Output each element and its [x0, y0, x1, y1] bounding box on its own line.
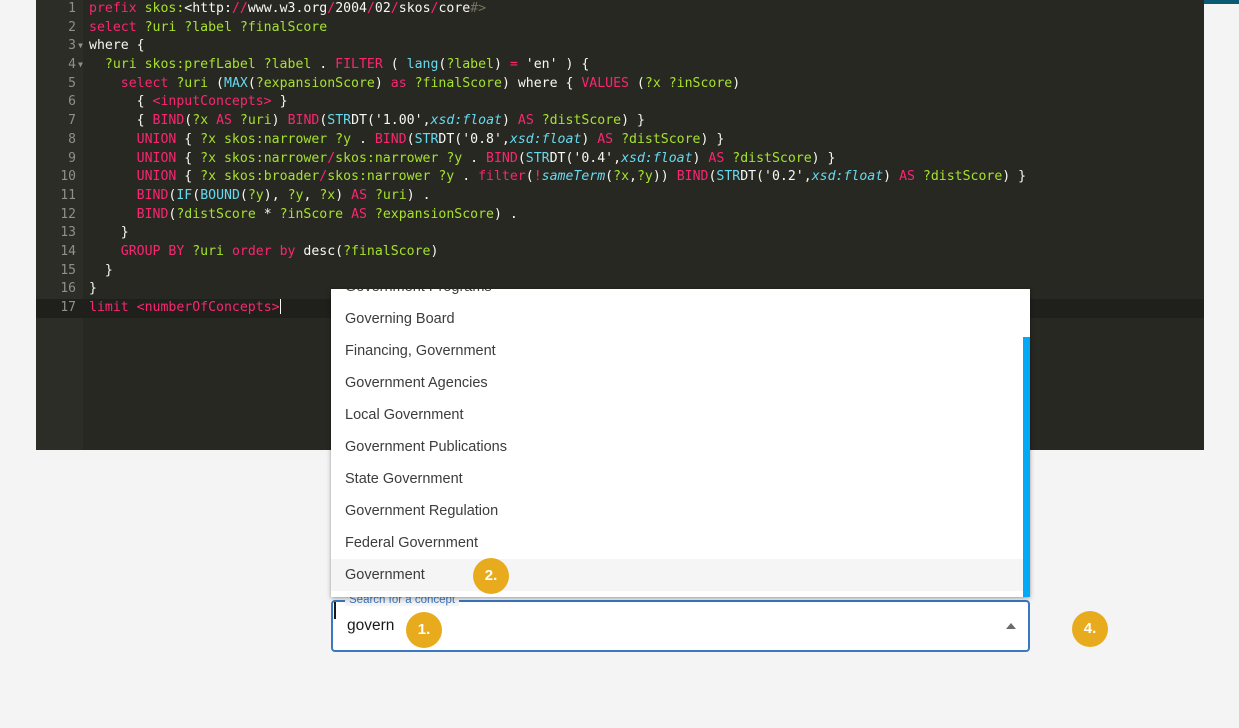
- editor-line[interactable]: 13 }: [36, 224, 1204, 243]
- editor-line[interactable]: 7 { BIND(?x AS ?uri) BIND(STRDT('1.00',x…: [36, 112, 1204, 131]
- editor-line[interactable]: 10 UNION { ?x skos:broader/skos:narrower…: [36, 168, 1204, 187]
- editor-line[interactable]: 4▼ ?uri skos:prefLabel ?label . FILTER (…: [36, 56, 1204, 75]
- editor-line-source: BIND(?distScore * ?inScore AS ?expansion…: [85, 206, 518, 225]
- editor-line[interactable]: 2 select ?uri ?label ?finalScore: [36, 19, 1204, 38]
- fold-arrow-icon[interactable]: ▼: [76, 56, 85, 75]
- editor-line-source: BIND(IF(BOUND(?y), ?y, ?x) AS ?uri) .: [85, 187, 431, 206]
- editor-line-number: 16: [36, 280, 76, 299]
- editor-line-number: 7: [36, 112, 76, 131]
- autocomplete-option[interactable]: Government Agencies: [331, 367, 1030, 399]
- editor-code-lines[interactable]: 1 prefix skos:<http://www.w3.org/2004/02/…: [36, 0, 1204, 318]
- app-header-strip-gap: [0, 0, 36, 6]
- editor-line[interactable]: 14 GROUP BY ?uri order by desc(?finalSco…: [36, 243, 1204, 262]
- autocomplete-option[interactable]: Government Regulation: [331, 495, 1030, 527]
- editor-line-source: }: [85, 224, 129, 243]
- fold-arrow-icon[interactable]: ▼: [76, 37, 85, 56]
- editor-line-number: 17: [36, 299, 76, 318]
- autocomplete-option[interactable]: Governing Board: [331, 303, 1030, 335]
- dropdown-scrollbar-thumb[interactable]: [1023, 337, 1030, 597]
- editor-line[interactable]: 11 BIND(IF(BOUND(?y), ?y, ?x) AS ?uri) .: [36, 187, 1204, 206]
- chevron-up-icon[interactable]: [1006, 623, 1016, 629]
- concept-autocomplete-dropdown[interactable]: Government ProgramsGoverning BoardFinanc…: [331, 289, 1030, 597]
- annotation-badge-4: 4.: [1072, 611, 1108, 647]
- annotation-badge-2: 2.: [473, 558, 509, 594]
- editor-line-number: 2: [36, 19, 76, 38]
- autocomplete-option-list[interactable]: Government ProgramsGoverning BoardFinanc…: [331, 289, 1030, 591]
- editor-line[interactable]: 6 { <inputConcepts> }: [36, 93, 1204, 112]
- autocomplete-option[interactable]: Local Government: [331, 399, 1030, 431]
- editor-line-source: prefix skos:<http://www.w3.org/2004/02/s…: [85, 0, 486, 19]
- editor-line[interactable]: 3▼where {: [36, 37, 1204, 56]
- editor-line[interactable]: 9 UNION { ?x skos:narrower/skos:narrower…: [36, 150, 1204, 169]
- editor-line-source: { BIND(?x AS ?uri) BIND(STRDT('1.00',xsd…: [85, 112, 645, 131]
- editor-line-source: where {: [85, 37, 145, 56]
- text-cursor: [334, 602, 336, 619]
- editor-line-number: 10: [36, 168, 76, 187]
- editor-line-source: }: [85, 262, 113, 281]
- editor-line[interactable]: 5 select ?uri (MAX(?expansionScore) as ?…: [36, 75, 1204, 94]
- editor-line-number: 1: [36, 0, 76, 19]
- editor-line-number: 3: [36, 37, 76, 56]
- dropdown-scrollbar-track[interactable]: [1021, 313, 1030, 597]
- editor-line-number: 4: [36, 56, 76, 75]
- editor-line-number: 11: [36, 187, 76, 206]
- editor-line-number: 12: [36, 206, 76, 225]
- editor-line-number: 13: [36, 224, 76, 243]
- editor-line-source: }: [85, 280, 97, 299]
- autocomplete-option[interactable]: State Government: [331, 463, 1030, 495]
- editor-line-source: ?uri skos:prefLabel ?label . FILTER ( la…: [85, 56, 589, 75]
- editor-line-source: GROUP BY ?uri order by desc(?finalScore): [85, 243, 438, 262]
- editor-line[interactable]: 12 BIND(?distScore * ?inScore AS ?expans…: [36, 206, 1204, 225]
- editor-line-number: 14: [36, 243, 76, 262]
- autocomplete-option[interactable]: Financing, Government: [331, 335, 1030, 367]
- editor-line-number: 9: [36, 150, 76, 169]
- editor-line-source: select ?uri ?label ?finalScore: [85, 19, 327, 38]
- editor-line[interactable]: 1 prefix skos:<http://www.w3.org/2004/02/…: [36, 0, 1204, 19]
- editor-line-number: 5: [36, 75, 76, 94]
- editor-line-source: { <inputConcepts> }: [85, 93, 288, 112]
- annotation-badge-1: 1.: [406, 612, 442, 648]
- editor-line-number: 15: [36, 262, 76, 281]
- autocomplete-option[interactable]: Government Publications: [331, 431, 1030, 463]
- editor-line[interactable]: 8 UNION { ?x skos:narrower ?y . BIND(STR…: [36, 131, 1204, 150]
- editor-line-source: UNION { ?x skos:broader/skos:narrower ?y…: [85, 168, 1026, 187]
- autocomplete-option[interactable]: Federal Government: [331, 527, 1030, 559]
- editor-line-number: 8: [36, 131, 76, 150]
- editor-line[interactable]: 15 }: [36, 262, 1204, 281]
- editor-line-source: limit <numberOfConcepts>: [85, 299, 281, 318]
- editor-line-number: 6: [36, 93, 76, 112]
- concept-search-input[interactable]: govern: [347, 617, 394, 635]
- editor-line-source: UNION { ?x skos:narrower ?y . BIND(STRDT…: [85, 131, 724, 150]
- autocomplete-option[interactable]: Government Programs: [331, 289, 1030, 303]
- editor-line-source: select ?uri (MAX(?expansionScore) as ?fi…: [85, 75, 740, 94]
- autocomplete-option[interactable]: Government: [331, 559, 1030, 591]
- app-root: 1 prefix skos:<http://www.w3.org/2004/02/…: [0, 0, 1239, 728]
- editor-line-source: UNION { ?x skos:narrower/skos:narrower ?…: [85, 150, 835, 169]
- editor-caret: [280, 299, 281, 314]
